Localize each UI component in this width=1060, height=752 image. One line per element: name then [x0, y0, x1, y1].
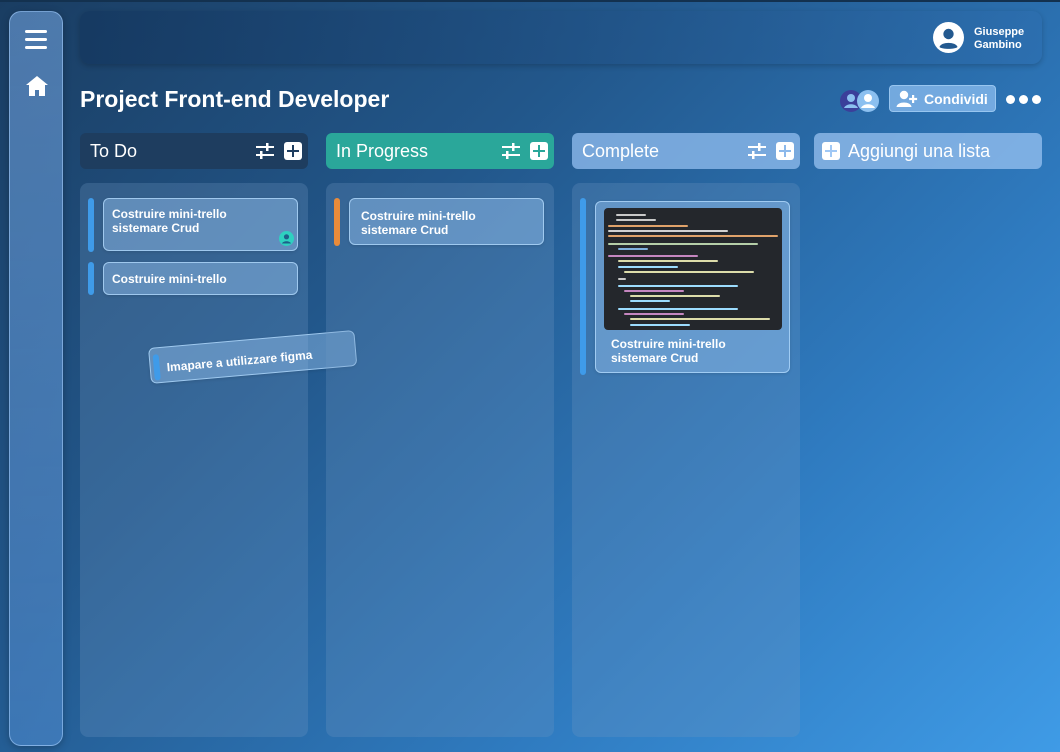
card-accent-bar: [152, 354, 161, 381]
card-complete-1[interactable]: Costruire mini-trello sistemare Crud: [595, 201, 790, 373]
list-header-in-progress: In Progress: [326, 133, 554, 169]
plus-icon: [822, 142, 840, 160]
add-list-button[interactable]: Aggiungi una lista: [814, 133, 1042, 169]
user-name: Giuseppe Gambino: [974, 26, 1024, 52]
column-todo: Costruire mini-trello sistemare Crud Cos…: [80, 183, 308, 737]
assignee-icon[interactable]: [279, 231, 294, 246]
list-header-complete: Complete: [572, 133, 800, 169]
sidebar: [9, 11, 63, 746]
card-title-line-2: sistemare Crud: [112, 221, 200, 235]
card-accent-bar: [88, 198, 94, 252]
code-screenshot-thumbnail: [604, 208, 782, 330]
card-title-line-2: sistemare Crud: [611, 351, 699, 365]
list-title-complete: Complete: [582, 140, 660, 161]
card-title-line-1: Costruire mini-trello: [361, 209, 476, 223]
card-accent-bar: [580, 198, 586, 375]
window-top-border: [0, 0, 1060, 2]
share-button-label: Condividi: [924, 90, 988, 107]
user-last-name: Gambino: [974, 39, 1022, 51]
card-title-line-1: Costruire mini-trello: [112, 207, 227, 221]
more-dots-icon[interactable]: [1006, 95, 1042, 105]
card-accent-bar: [334, 198, 340, 246]
card-title-line-1: Costruire mini-trello: [611, 337, 726, 351]
card-title: Costruire mini-trello: [112, 272, 227, 286]
share-button[interactable]: Condividi: [889, 85, 996, 112]
column-in-progress: Costruire mini-trello sistemare Crud: [326, 183, 554, 737]
card-title-line-2: sistemare Crud: [361, 223, 449, 237]
board-members[interactable]: [839, 89, 883, 113]
card-title: Imapare a utilizzare figma: [166, 347, 313, 375]
list-title-todo: To Do: [90, 140, 138, 161]
add-card-plus-icon[interactable]: [776, 142, 794, 160]
add-card-plus-icon[interactable]: [530, 142, 548, 160]
column-complete: Costruire mini-trello sistemare Crud: [572, 183, 800, 737]
user-first-name: Giuseppe: [974, 26, 1025, 38]
home-icon[interactable]: [25, 75, 49, 97]
top-header: Giuseppe Gambino: [80, 11, 1042, 64]
page-title: Project Front-end Developer: [80, 86, 390, 112]
filter-icon[interactable]: [748, 143, 766, 159]
hamburger-menu-icon[interactable]: [25, 30, 49, 50]
add-list-label: Aggiungi una lista: [848, 140, 991, 161]
list-title-in-progress: In Progress: [336, 140, 429, 161]
filter-icon[interactable]: [502, 143, 520, 159]
filter-icon[interactable]: [256, 143, 274, 159]
card-todo-1[interactable]: Costruire mini-trello sistemare Crud: [103, 198, 298, 251]
card-accent-bar: [88, 262, 94, 295]
list-header-todo: To Do: [80, 133, 308, 169]
card-todo-2[interactable]: Costruire mini-trello: [103, 262, 298, 295]
card-progress-1[interactable]: Costruire mini-trello sistemare Crud: [349, 198, 544, 245]
add-card-plus-icon[interactable]: [284, 142, 302, 160]
add-user-icon: [896, 90, 918, 107]
user-avatar-icon[interactable]: [933, 22, 964, 53]
